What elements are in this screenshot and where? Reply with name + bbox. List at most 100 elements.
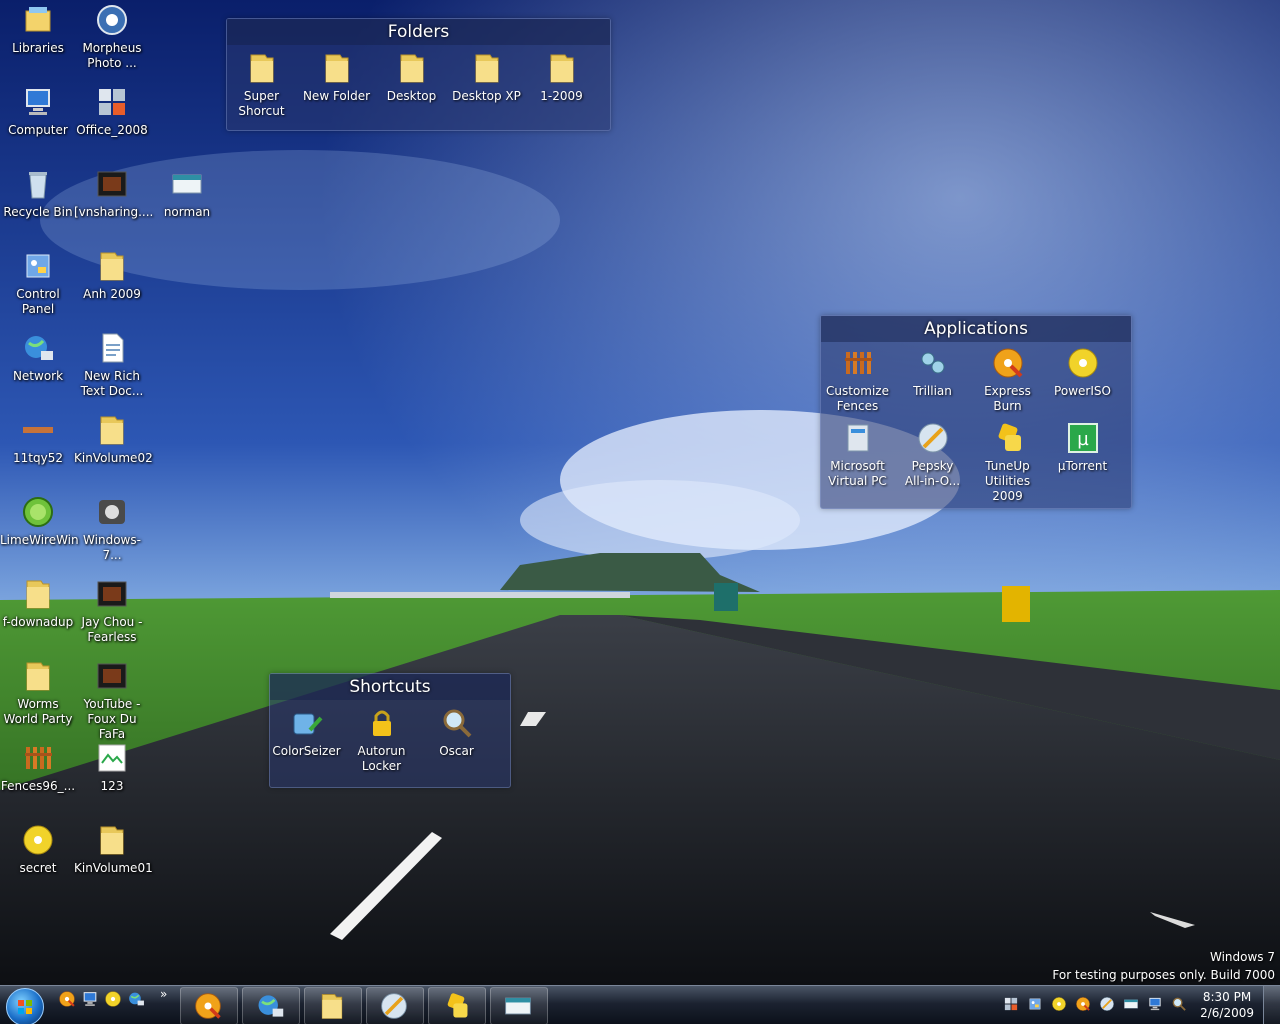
shortcut-label: Oscar <box>439 744 474 758</box>
folder-icon <box>100 252 124 281</box>
desktop-shortcut[interactable]: Windows-7... <box>74 495 150 563</box>
tray-item[interactable] <box>1003 996 1019 1012</box>
desktop-shortcut[interactable]: µ µTorrent <box>1045 421 1120 474</box>
shortcut-label: Pepsky All-in-O... <box>904 459 961 488</box>
libraries-icon <box>25 7 51 32</box>
shortcut-label: Desktop <box>386 89 437 103</box>
quick-launch-item[interactable] <box>81 990 99 1008</box>
desktop-shortcut[interactable]: 1-2009 <box>524 51 599 104</box>
desktop-shortcut[interactable]: LimeWireWin <box>0 495 79 548</box>
desktop-shortcut[interactable]: Computer <box>0 85 76 138</box>
folder-icon <box>325 54 348 83</box>
limewire-icon <box>23 497 53 527</box>
tuneup-icon <box>998 423 1021 451</box>
desktop-shortcut[interactable]: Express Burn <box>970 346 1045 414</box>
video-file-icon <box>97 581 127 607</box>
desktop-shortcut[interactable]: Pepsky All-in-O... <box>895 421 970 489</box>
desktop-shortcut[interactable]: New Folder <box>299 51 374 104</box>
desktop-shortcut[interactable]: Fences96_... <box>0 741 76 794</box>
shortcut-label: [vnsharing.... <box>74 205 154 219</box>
video-file-icon <box>97 171 127 197</box>
desktop-shortcut[interactable]: TuneUp Utilities 2009 <box>970 421 1045 504</box>
tray-item[interactable] <box>1051 996 1067 1012</box>
show-desktop-button[interactable] <box>1263 986 1280 1024</box>
desktop-shortcut[interactable]: Trillian <box>895 346 970 399</box>
tray-network-icon <box>1149 997 1161 1011</box>
desktop-shortcut[interactable]: YouTube - Foux Du FaFa <box>74 659 150 742</box>
tray-app-icon <box>1004 997 1018 1011</box>
taskbar-button[interactable] <box>428 987 486 1024</box>
desktop-shortcut[interactable]: f-downadup <box>0 577 76 630</box>
desktop-shortcut[interactable]: Microsoft Virtual PC <box>820 421 895 489</box>
folder-icon <box>400 54 423 83</box>
folder-icon <box>100 416 124 445</box>
quick-launch-overflow[interactable]: » <box>160 987 167 1001</box>
tray-item[interactable] <box>1171 996 1187 1012</box>
desktop-shortcut[interactable]: PowerISO <box>1045 346 1120 399</box>
shortcut-label: 123 <box>100 779 124 793</box>
virtual-pc-icon <box>847 424 868 452</box>
taskbar-button[interactable] <box>242 987 300 1024</box>
desktop-shortcut[interactable]: Desktop <box>374 51 449 104</box>
desktop-shortcut[interactable]: Desktop XP <box>449 51 524 104</box>
quick-launch-item[interactable] <box>127 990 145 1008</box>
tray-volume-icon <box>1172 997 1186 1011</box>
tray-item[interactable] <box>1099 996 1115 1012</box>
desktop-shortcut[interactable]: Customize Fences <box>820 346 895 414</box>
office-icon <box>99 89 125 115</box>
quick-launch-item[interactable] <box>104 990 122 1008</box>
shortcut-label: TuneUp Utilities 2009 <box>984 459 1031 503</box>
folder-icon <box>250 54 273 83</box>
lock-icon <box>372 710 391 736</box>
shortcut-label: ColorSeizer <box>272 744 341 758</box>
desktop-shortcut[interactable]: KinVolume01 <box>74 823 153 876</box>
tray-item[interactable] <box>1147 996 1163 1012</box>
start-button[interactable] <box>6 988 44 1024</box>
desktop-shortcut[interactable]: ColorSeizer <box>269 706 344 759</box>
desktop-shortcut[interactable]: Control Panel <box>0 249 76 317</box>
desktop-shortcut[interactable]: 123 <box>74 741 150 794</box>
desktop-shortcut[interactable]: Recycle Bin <box>0 167 76 220</box>
video-file-icon <box>97 663 127 689</box>
shortcut-label: f-downadup <box>2 615 74 629</box>
desktop-shortcut[interactable]: Network <box>0 331 76 384</box>
desktop-shortcut[interactable]: Jay Chou - Fearless <box>74 577 150 645</box>
clock[interactable]: 8:30 PM 2/6/2009 <box>1200 989 1254 1021</box>
desktop-shortcut[interactable]: 11tqy52 <box>0 413 76 466</box>
desktop-shortcut[interactable]: Oscar <box>419 706 494 759</box>
taskbar: » 8:30 PM 2/6/2009 <box>0 985 1280 1024</box>
tray-flag-icon <box>1124 999 1138 1009</box>
desktop-shortcut[interactable]: Office_2008 <box>74 85 150 138</box>
desktop-shortcut[interactable]: Anh 2009 <box>74 249 150 302</box>
desktop-shortcut[interactable]: Autorun Locker <box>344 706 419 774</box>
snipping-tool-icon <box>505 997 531 1015</box>
desktop-shortcut[interactable]: KinVolume02 <box>74 413 153 466</box>
desktop-shortcut[interactable]: secret <box>0 823 76 876</box>
tray-item[interactable] <box>1075 996 1091 1012</box>
desktop-shortcut[interactable]: norman <box>149 167 225 220</box>
desktop-shortcut[interactable]: [vnsharing.... <box>74 167 154 220</box>
desktop-shortcut[interactable]: New Rich Text Doc... <box>74 331 150 399</box>
taskbar-button[interactable] <box>304 987 362 1024</box>
desktop-shortcut[interactable]: Morpheus Photo ... <box>74 3 150 71</box>
desktop-shortcut[interactable]: Libraries <box>0 3 76 56</box>
desktop-shortcut[interactable]: Worms World Party <box>0 659 76 727</box>
tray-item[interactable] <box>1123 996 1139 1012</box>
folders-fence[interactable]: Folders Super Shorcut New Folder Desktop De… <box>226 18 611 131</box>
folders-fence-title: Folders <box>227 19 610 45</box>
taskbar-button[interactable] <box>180 987 238 1024</box>
applications-fence[interactable]: Applications Customize Fences Trillian Exp… <box>820 315 1132 509</box>
folder-icon <box>100 826 124 855</box>
taskbar-button[interactable] <box>366 987 424 1024</box>
firefox-icon <box>59 991 75 1007</box>
quick-launch-item[interactable] <box>58 990 76 1008</box>
tray-item[interactable] <box>1027 996 1043 1012</box>
taskbar-button[interactable] <box>490 987 548 1024</box>
desktop-shortcut[interactable]: Super Shorcut <box>224 51 299 119</box>
shortcuts-fence[interactable]: Shortcuts ColorSeizer Autorun Locker Oscar <box>269 673 511 788</box>
build-watermark: Windows 7 For testing purposes only. Bui… <box>1052 948 1275 984</box>
morpheus-photo-icon <box>97 5 127 35</box>
shortcut-label: Desktop XP <box>452 89 521 103</box>
computer-icon <box>26 89 50 115</box>
fences-icon <box>25 747 52 769</box>
